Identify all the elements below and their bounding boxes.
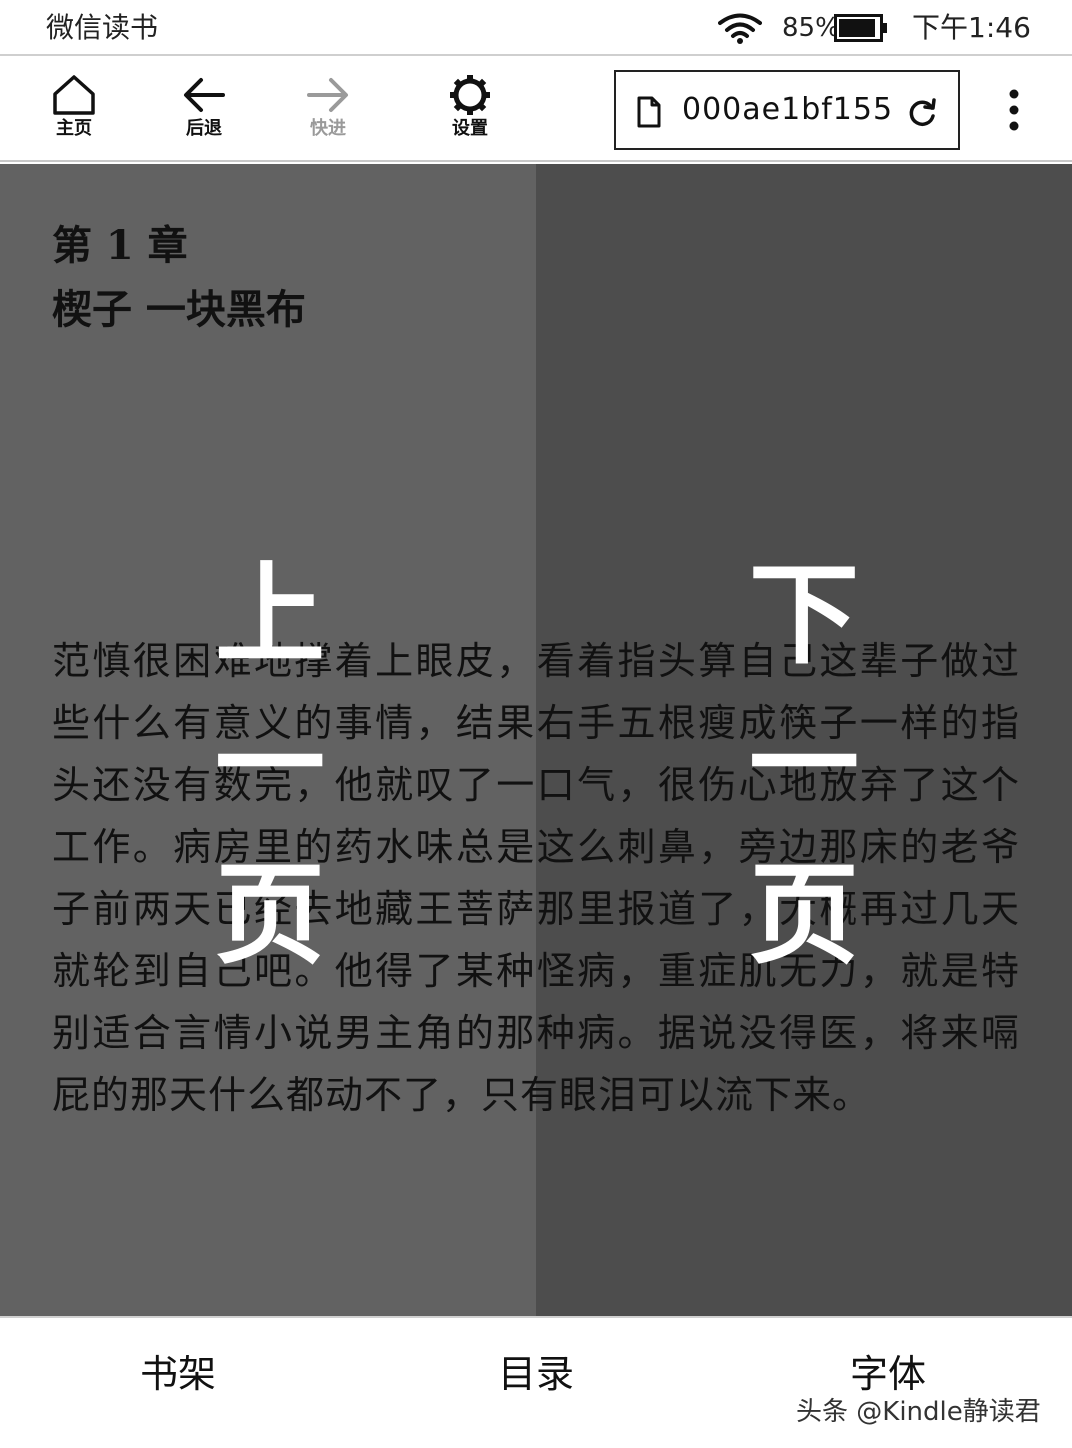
settings-button[interactable]: 设置 xyxy=(420,74,520,154)
forward-arrow-icon xyxy=(307,78,348,112)
address-bar[interactable]: 000ae1bf155 xyxy=(614,70,960,150)
gear-icon xyxy=(450,75,490,115)
reading-area: 第 1 章 楔子 一块黑布 范慎很困难地撑着上眼皮，看着指头算自己这辈子做过些什… xyxy=(0,164,1072,1316)
back-arrow-icon xyxy=(184,78,225,112)
back-label: 后退 xyxy=(186,118,222,139)
table-of-contents-button[interactable]: 目录 xyxy=(498,1346,574,1402)
body-text: 范慎很困难地撑着上眼皮，看着指头算自己这辈子做过些什么有意义的事情，结果右手五根… xyxy=(52,639,1020,1117)
settings-label: 设置 xyxy=(452,118,488,139)
reload-icon[interactable] xyxy=(906,96,938,128)
prev-page-label: 上一页 xyxy=(215,551,325,979)
battery-percent: 85% xyxy=(782,13,840,43)
home-label: 主页 xyxy=(56,118,92,139)
more-vertical-icon[interactable] xyxy=(1000,88,1028,132)
chapter-title: 楔子 一块黑布 xyxy=(52,286,306,333)
toolbar: 主页 后退 快进 设置 000ae1bf155 xyxy=(0,58,1072,162)
clock: 下午1:46 xyxy=(912,11,1031,44)
back-button[interactable]: 后退 xyxy=(154,74,254,154)
wifi-icon xyxy=(718,13,762,44)
home-button[interactable]: 主页 xyxy=(24,74,124,154)
home-icon xyxy=(53,75,95,115)
address-text: 000ae1bf155 xyxy=(682,92,894,127)
document-icon xyxy=(637,96,661,128)
bottom-bar: 书架 目录 字体 头条 @Kindle静读君 xyxy=(0,1316,1072,1448)
status-bar: 微信读书 85% 下午1:46 xyxy=(0,0,1072,56)
battery-icon xyxy=(834,14,887,42)
forward-button[interactable]: 快进 xyxy=(278,74,378,154)
app-name: 微信读书 xyxy=(46,11,159,44)
forward-label: 快进 xyxy=(310,118,346,139)
bookshelf-button[interactable]: 书架 xyxy=(140,1346,216,1402)
chapter-number: 第 1 章 xyxy=(52,222,188,269)
next-page-label: 下一页 xyxy=(749,551,859,979)
watermark: 头条 @Kindle静读君 xyxy=(796,1397,1041,1427)
